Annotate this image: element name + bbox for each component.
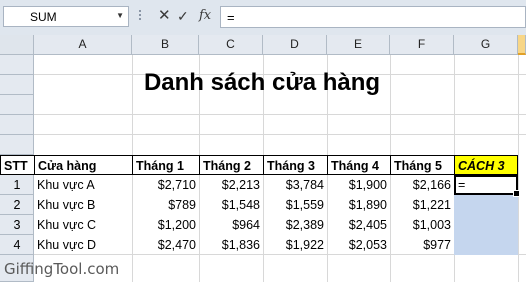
- active-cell-value: =: [458, 178, 466, 192]
- cell-month-2[interactable]: $964: [199, 215, 263, 235]
- row-header[interactable]: [0, 135, 34, 155]
- formula-bar: SUM ▼ ✕ ✓ fx =: [0, 0, 526, 36]
- column-header-g[interactable]: G: [454, 35, 518, 55]
- column-header-d[interactable]: D: [263, 35, 327, 55]
- gridline: [518, 55, 519, 282]
- cell-cach-3-selected[interactable]: [454, 215, 518, 235]
- header-cell-month-4[interactable]: Tháng 4: [327, 155, 391, 175]
- cell-month-5[interactable]: $1,221: [390, 195, 454, 215]
- cell-month-1[interactable]: $2,470: [132, 235, 199, 255]
- gridline: [34, 114, 526, 115]
- header-cell-stt[interactable]: STT: [0, 155, 35, 175]
- sheet-title[interactable]: Danh sách cửa hàng: [34, 62, 490, 104]
- cell-stt[interactable]: 2: [0, 195, 34, 215]
- select-all-corner[interactable]: [0, 35, 34, 55]
- cell-cach-3-selected[interactable]: [454, 235, 518, 255]
- grip-icon[interactable]: [137, 8, 143, 25]
- header-cell-month-2[interactable]: Tháng 2: [199, 155, 264, 175]
- cell-store[interactable]: Khu vực D: [34, 235, 132, 255]
- active-cell[interactable]: =: [454, 175, 520, 197]
- cell-month-3[interactable]: $3,784: [263, 175, 327, 195]
- insert-function-icon[interactable]: fx: [199, 7, 211, 25]
- cancel-icon[interactable]: ✕: [158, 7, 171, 25]
- header-cell-store[interactable]: Cửa hàng: [34, 155, 133, 175]
- cell-month-3[interactable]: $1,559: [263, 195, 327, 215]
- header-cell-month-5[interactable]: Tháng 5: [390, 155, 455, 175]
- chevron-down-icon[interactable]: ▼: [116, 11, 124, 20]
- header-cell-cach-3[interactable]: CÁCH 3: [454, 155, 518, 175]
- row-header[interactable]: [0, 95, 34, 115]
- cell-cach-3-selected[interactable]: [454, 195, 518, 215]
- cell-month-3[interactable]: $2,389: [263, 215, 327, 235]
- cell-stt[interactable]: 3: [0, 215, 34, 235]
- name-box[interactable]: SUM ▼: [3, 6, 129, 27]
- formula-value: =: [227, 10, 235, 25]
- watermark: GiffingTool.com: [4, 260, 120, 278]
- header-cell-month-3[interactable]: Tháng 3: [263, 155, 328, 175]
- column-header-f[interactable]: F: [390, 35, 454, 55]
- column-header-c[interactable]: C: [199, 35, 263, 55]
- column-header-b[interactable]: B: [132, 35, 199, 55]
- cell-month-3[interactable]: $1,922: [263, 235, 327, 255]
- name-box-value: SUM: [30, 10, 57, 24]
- gridline: [34, 134, 526, 135]
- formula-input[interactable]: =: [220, 6, 526, 28]
- cell-month-2[interactable]: $1,548: [199, 195, 263, 215]
- cell-month-4[interactable]: $2,053: [327, 235, 390, 255]
- cell-store[interactable]: Khu vực A: [34, 175, 132, 195]
- cell-month-5[interactable]: $2,166: [390, 175, 454, 195]
- header-cell-month-1[interactable]: Tháng 1: [132, 155, 200, 175]
- column-header-h[interactable]: [518, 35, 526, 55]
- cell-month-2[interactable]: $2,213: [199, 175, 263, 195]
- cell-month-1[interactable]: $2,710: [132, 175, 199, 195]
- row-header[interactable]: [0, 75, 34, 95]
- cell-stt[interactable]: 4: [0, 235, 34, 255]
- fill-handle[interactable]: [513, 190, 520, 197]
- cell-month-5[interactable]: $977: [390, 235, 454, 255]
- cell-month-2[interactable]: $1,836: [199, 235, 263, 255]
- column-header-a[interactable]: A: [34, 35, 132, 55]
- cell-month-4[interactable]: $1,890: [327, 195, 390, 215]
- cell-store[interactable]: Khu vực C: [34, 215, 132, 235]
- enter-icon[interactable]: ✓: [177, 7, 189, 25]
- row-header[interactable]: [0, 55, 34, 75]
- cell-month-1[interactable]: $1,200: [132, 215, 199, 235]
- cell-store[interactable]: Khu vực B: [34, 195, 132, 215]
- column-header-e[interactable]: E: [327, 35, 390, 55]
- cell-stt[interactable]: 1: [0, 175, 34, 195]
- cell-month-5[interactable]: $1,003: [390, 215, 454, 235]
- cell-month-1[interactable]: $789: [132, 195, 199, 215]
- cell-month-4[interactable]: $2,405: [327, 215, 390, 235]
- row-header[interactable]: [0, 115, 34, 135]
- cell-month-4[interactable]: $1,900: [327, 175, 390, 195]
